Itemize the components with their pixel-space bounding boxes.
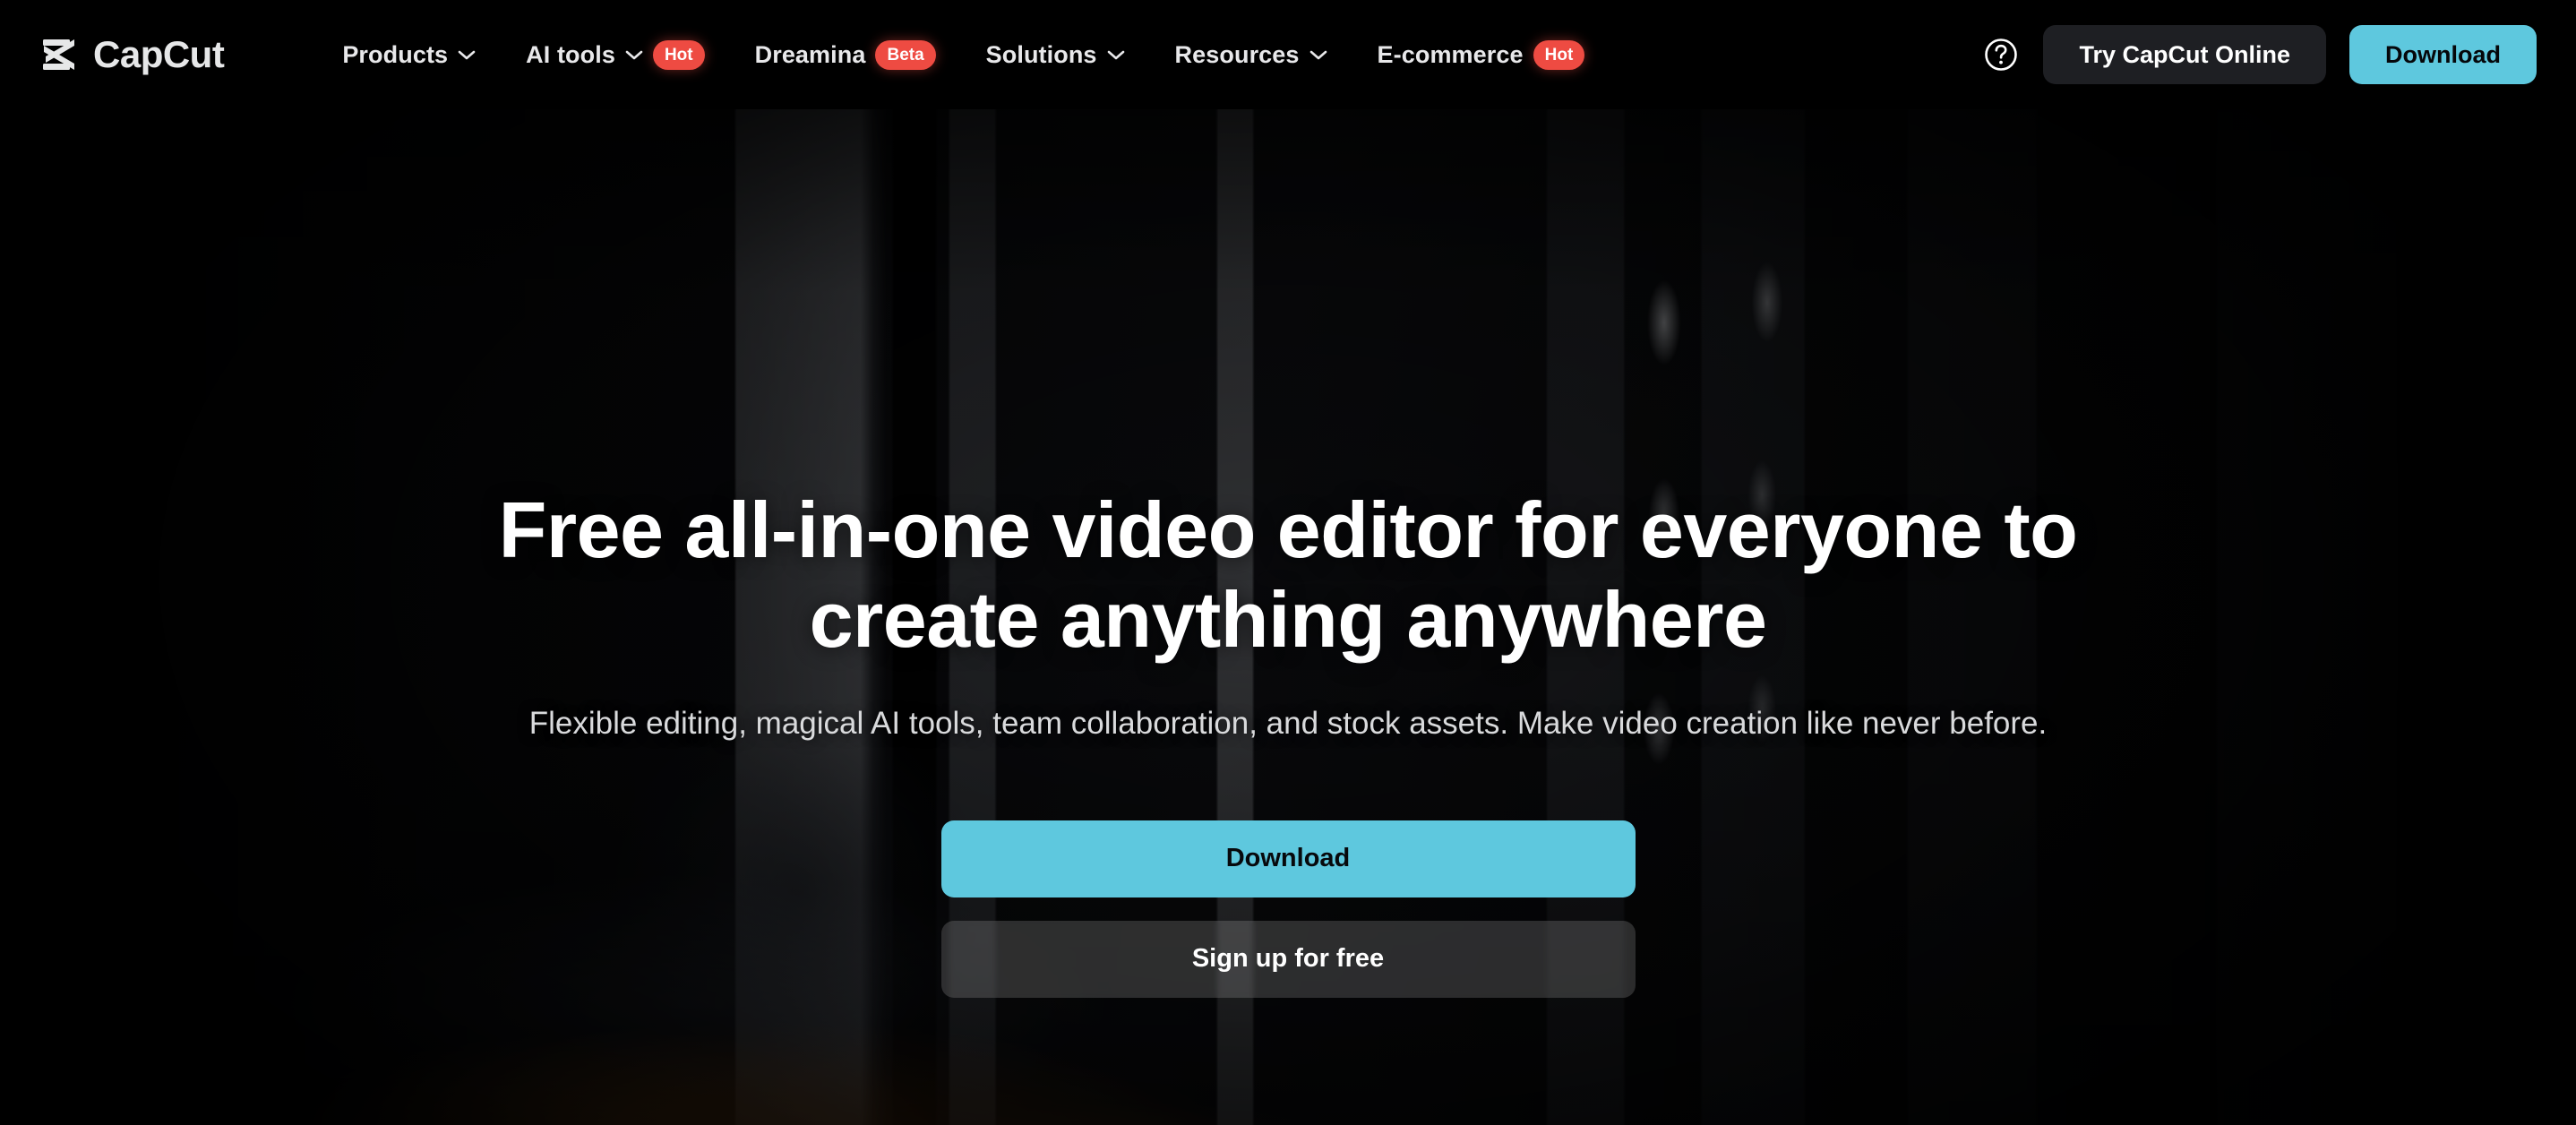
download-button-hero[interactable]: Download: [940, 820, 1636, 897]
nav-item-ai-tools[interactable]: AI tools Hot: [501, 28, 729, 82]
nav-item-solutions[interactable]: Solutions: [961, 28, 1150, 82]
chevron-down-icon: [1107, 49, 1125, 60]
status-badge-hot: Hot: [652, 39, 705, 70]
primary-nav: Products AI tools Hot Dreamina Beta Solu…: [317, 28, 1610, 82]
download-button-nav[interactable]: Download: [2349, 25, 2537, 84]
nav-item-resources[interactable]: Resources: [1150, 28, 1352, 82]
chevron-down-icon: [1309, 49, 1327, 60]
nav-label: Products: [342, 40, 449, 68]
headline-line-1: Free all-in-one video editor for everyon…: [498, 485, 2078, 574]
chevron-down-icon: [458, 49, 476, 60]
brand-name: CapCut: [93, 33, 225, 75]
nav-item-dreamina[interactable]: Dreamina Beta: [730, 28, 961, 82]
hero-cta-group: Download Sign up for free: [940, 820, 1636, 998]
status-badge-hot: Hot: [1533, 39, 1585, 70]
nav-label: Dreamina: [754, 40, 866, 68]
page-title: Free all-in-one video editor for everyon…: [499, 485, 2078, 666]
hero-subheadline: Flexible editing, magical AI tools, team…: [528, 705, 2048, 741]
nav-actions: Try CapCut Online Download: [1982, 25, 2537, 84]
nav-label: Resources: [1174, 40, 1300, 68]
sign-up-for-free-button[interactable]: Sign up for free: [940, 920, 1636, 998]
capcut-logo-link[interactable]: CapCut: [38, 33, 225, 75]
nav-label: Solutions: [985, 40, 1097, 68]
chevron-down-icon: [625, 49, 643, 60]
nav-item-e-commerce[interactable]: E-commerce Hot: [1352, 28, 1610, 82]
hero-content: Free all-in-one video editor for everyon…: [0, 109, 2576, 1125]
status-badge-beta: Beta: [875, 39, 936, 70]
top-navigation-bar: CapCut Products AI tools Hot Dreamina Be…: [0, 0, 2576, 109]
nav-item-products[interactable]: Products: [317, 28, 501, 82]
capcut-logo-icon: [38, 37, 81, 73]
help-circle-icon[interactable]: [1982, 36, 2020, 73]
hero-section: Free all-in-one video editor for everyon…: [0, 109, 2576, 1125]
nav-label: E-commerce: [1377, 40, 1524, 68]
headline-line-2: create anything anywhere: [809, 575, 1767, 665]
nav-label: AI tools: [526, 40, 615, 68]
try-capcut-online-button[interactable]: Try CapCut Online: [2043, 25, 2326, 84]
